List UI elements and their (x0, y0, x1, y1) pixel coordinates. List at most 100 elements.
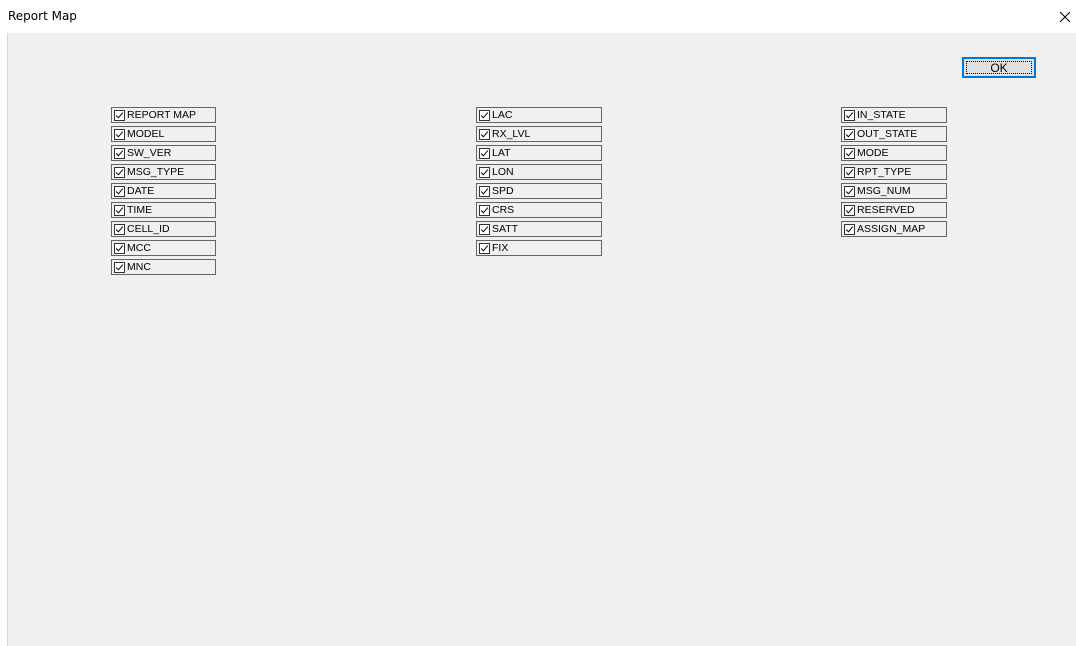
checkbox-column-1: REPORT MAP MODEL SW_VER MSG_TYPE DATE TIME CEL… (111, 107, 216, 278)
checkmark-icon (845, 225, 854, 233)
checkbox-label: TIME (127, 204, 153, 216)
checkbox-box[interactable] (479, 147, 490, 159)
checkbox-label: OUT_STATE (857, 128, 918, 140)
checkbox-mnc[interactable]: MNC (111, 259, 216, 275)
checkbox-label: SW_VER (127, 147, 172, 159)
window-title: Report Map (8, 9, 77, 23)
checkbox-box[interactable] (479, 242, 490, 254)
checkbox-box[interactable] (479, 128, 490, 140)
checkbox-box[interactable] (844, 204, 855, 216)
checkmark-icon (115, 149, 124, 157)
checkmark-icon (845, 149, 854, 157)
checkbox-label: CRS (492, 204, 515, 216)
checkmark-icon (480, 244, 489, 252)
checkbox-label: MODE (857, 147, 889, 159)
checkbox-label: MSG_NUM (857, 185, 911, 197)
report-map-window: Report Map OK REPORT MAP MODEL SW_VER MSG_T… (0, 0, 1076, 646)
checkbox-box[interactable] (114, 128, 125, 140)
checkbox-box[interactable] (114, 109, 125, 121)
checkbox-box[interactable] (844, 109, 855, 121)
checkbox-box[interactable] (114, 223, 125, 235)
checkbox-model[interactable]: MODEL (111, 126, 216, 142)
checkbox-box[interactable] (114, 204, 125, 216)
checkbox-label: MODEL (127, 128, 165, 140)
checkmark-icon (845, 168, 854, 176)
checkbox-box[interactable] (479, 166, 490, 178)
checkbox-box[interactable] (479, 185, 490, 197)
checkbox-report-map[interactable]: REPORT MAP (111, 107, 216, 123)
focus-ring (966, 61, 1032, 74)
checkbox-spd[interactable]: SPD (476, 183, 602, 199)
checkbox-label: RESERVED (857, 204, 915, 216)
checkbox-box[interactable] (844, 185, 855, 197)
checkbox-box[interactable] (479, 204, 490, 216)
checkbox-fix[interactable]: FIX (476, 240, 602, 256)
checkbox-column-2: LAC RX_LVL LAT LON SPD CRS SATT FIX (476, 107, 602, 259)
checkbox-box[interactable] (844, 166, 855, 178)
checkbox-box[interactable] (844, 223, 855, 235)
checkmark-icon (845, 206, 854, 214)
close-icon (1059, 11, 1071, 23)
checkmark-icon (845, 111, 854, 119)
checkbox-sw-ver[interactable]: SW_VER (111, 145, 216, 161)
checkbox-box[interactable] (844, 147, 855, 159)
dialog-client-area: OK REPORT MAP MODEL SW_VER MSG_TYPE DATE TIME… (7, 33, 1076, 646)
ok-button[interactable]: OK (962, 57, 1036, 78)
checkmark-icon (115, 206, 124, 214)
checkbox-crs[interactable]: CRS (476, 202, 602, 218)
checkbox-mcc[interactable]: MCC (111, 240, 216, 256)
checkmark-icon (480, 187, 489, 195)
checkbox-label: REPORT MAP (127, 109, 197, 121)
checkbox-box[interactable] (114, 261, 125, 273)
checkmark-icon (115, 130, 124, 138)
checkbox-label: LAT (492, 147, 511, 159)
checkbox-label: MNC (127, 261, 151, 273)
checkbox-label: FIX (492, 242, 509, 254)
checkbox-msg-type[interactable]: MSG_TYPE (111, 164, 216, 180)
checkbox-lon[interactable]: LON (476, 164, 602, 180)
checkbox-label: MCC (127, 242, 151, 254)
checkbox-cell-id[interactable]: CELL_ID (111, 221, 216, 237)
checkmark-icon (480, 225, 489, 233)
checkbox-label: CELL_ID (127, 223, 170, 235)
checkbox-label: DATE (127, 185, 155, 197)
checkbox-in-state[interactable]: IN_STATE (841, 107, 947, 123)
checkbox-box[interactable] (114, 166, 125, 178)
checkbox-out-state[interactable]: OUT_STATE (841, 126, 947, 142)
checkbox-label: SATT (492, 223, 519, 235)
checkbox-label: LON (492, 166, 514, 178)
checkbox-reserved[interactable]: RESERVED (841, 202, 947, 218)
checkbox-box[interactable] (114, 147, 125, 159)
close-button[interactable] (1054, 6, 1076, 28)
checkbox-mode[interactable]: MODE (841, 145, 947, 161)
checkmark-icon (480, 130, 489, 138)
checkbox-box[interactable] (114, 185, 125, 197)
checkbox-lat[interactable]: LAT (476, 145, 602, 161)
checkbox-msg-num[interactable]: MSG_NUM (841, 183, 947, 199)
checkbox-assign-map[interactable]: ASSIGN_MAP (841, 221, 947, 237)
checkbox-box[interactable] (114, 242, 125, 254)
checkbox-date[interactable]: DATE (111, 183, 216, 199)
checkmark-icon (115, 111, 124, 119)
checkmark-icon (115, 225, 124, 233)
checkbox-label: SPD (492, 185, 514, 197)
checkbox-label: MSG_TYPE (127, 166, 185, 178)
checkbox-lac[interactable]: LAC (476, 107, 602, 123)
checkbox-label: IN_STATE (857, 109, 906, 121)
checkmark-icon (845, 187, 854, 195)
checkbox-box[interactable] (479, 109, 490, 121)
checkbox-satt[interactable]: SATT (476, 221, 602, 237)
checkmark-icon (115, 168, 124, 176)
checkmark-icon (480, 206, 489, 214)
checkbox-label: RX_LVL (492, 128, 531, 140)
checkmark-icon (115, 187, 124, 195)
checkbox-label: ASSIGN_MAP (857, 223, 926, 235)
checkmark-icon (115, 263, 124, 271)
checkmark-icon (115, 244, 124, 252)
checkbox-rpt-type[interactable]: RPT_TYPE (841, 164, 947, 180)
checkbox-box[interactable] (479, 223, 490, 235)
checkbox-box[interactable] (844, 128, 855, 140)
checkbox-time[interactable]: TIME (111, 202, 216, 218)
checkbox-rx-lvl[interactable]: RX_LVL (476, 126, 602, 142)
checkmark-icon (480, 111, 489, 119)
